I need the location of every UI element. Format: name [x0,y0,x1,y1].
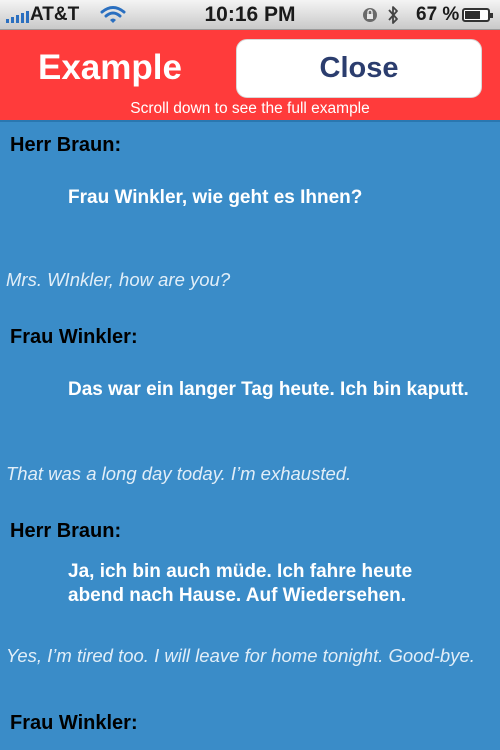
english-translation: Mrs. WInkler, how are you? [6,269,231,290]
status-bar: AT&T 10:16 PM 67 % [0,0,500,30]
german-line: Ja, ich bin auch müde. Ich fahre heute a… [68,561,413,606]
header-bar: Example Close Scroll down to see the ful… [0,30,500,120]
speaker-name: Herr Braun: [10,134,122,156]
german-line: Frau Winkler, wie geht es Ihnen? [68,187,363,208]
english-translation: That was a long day today. I’m exhausted… [6,463,352,484]
battery-percent: 67 % [416,4,460,25]
page-title: Example [38,48,182,87]
german-line: Das war ein langer Tag heute. Ich bin ka… [68,379,469,400]
dialog-content[interactable]: Herr Braun: Frau Winkler, wie geht es Ih… [0,120,500,750]
speaker-name: Herr Braun: [10,520,122,542]
close-button[interactable]: Close [236,39,482,98]
speaker-name: Frau Winkler: [10,326,138,348]
battery-level-fill [465,11,480,19]
battery-icon [462,8,493,22]
bluetooth-icon [388,6,398,24]
lock-rotation-icon [363,8,377,22]
speaker-name: Frau Winkler: [10,712,138,734]
scroll-hint: Scroll down to see the full example [130,100,370,117]
english-translation: Yes, I’m tired too. I will leave for hom… [6,645,475,666]
